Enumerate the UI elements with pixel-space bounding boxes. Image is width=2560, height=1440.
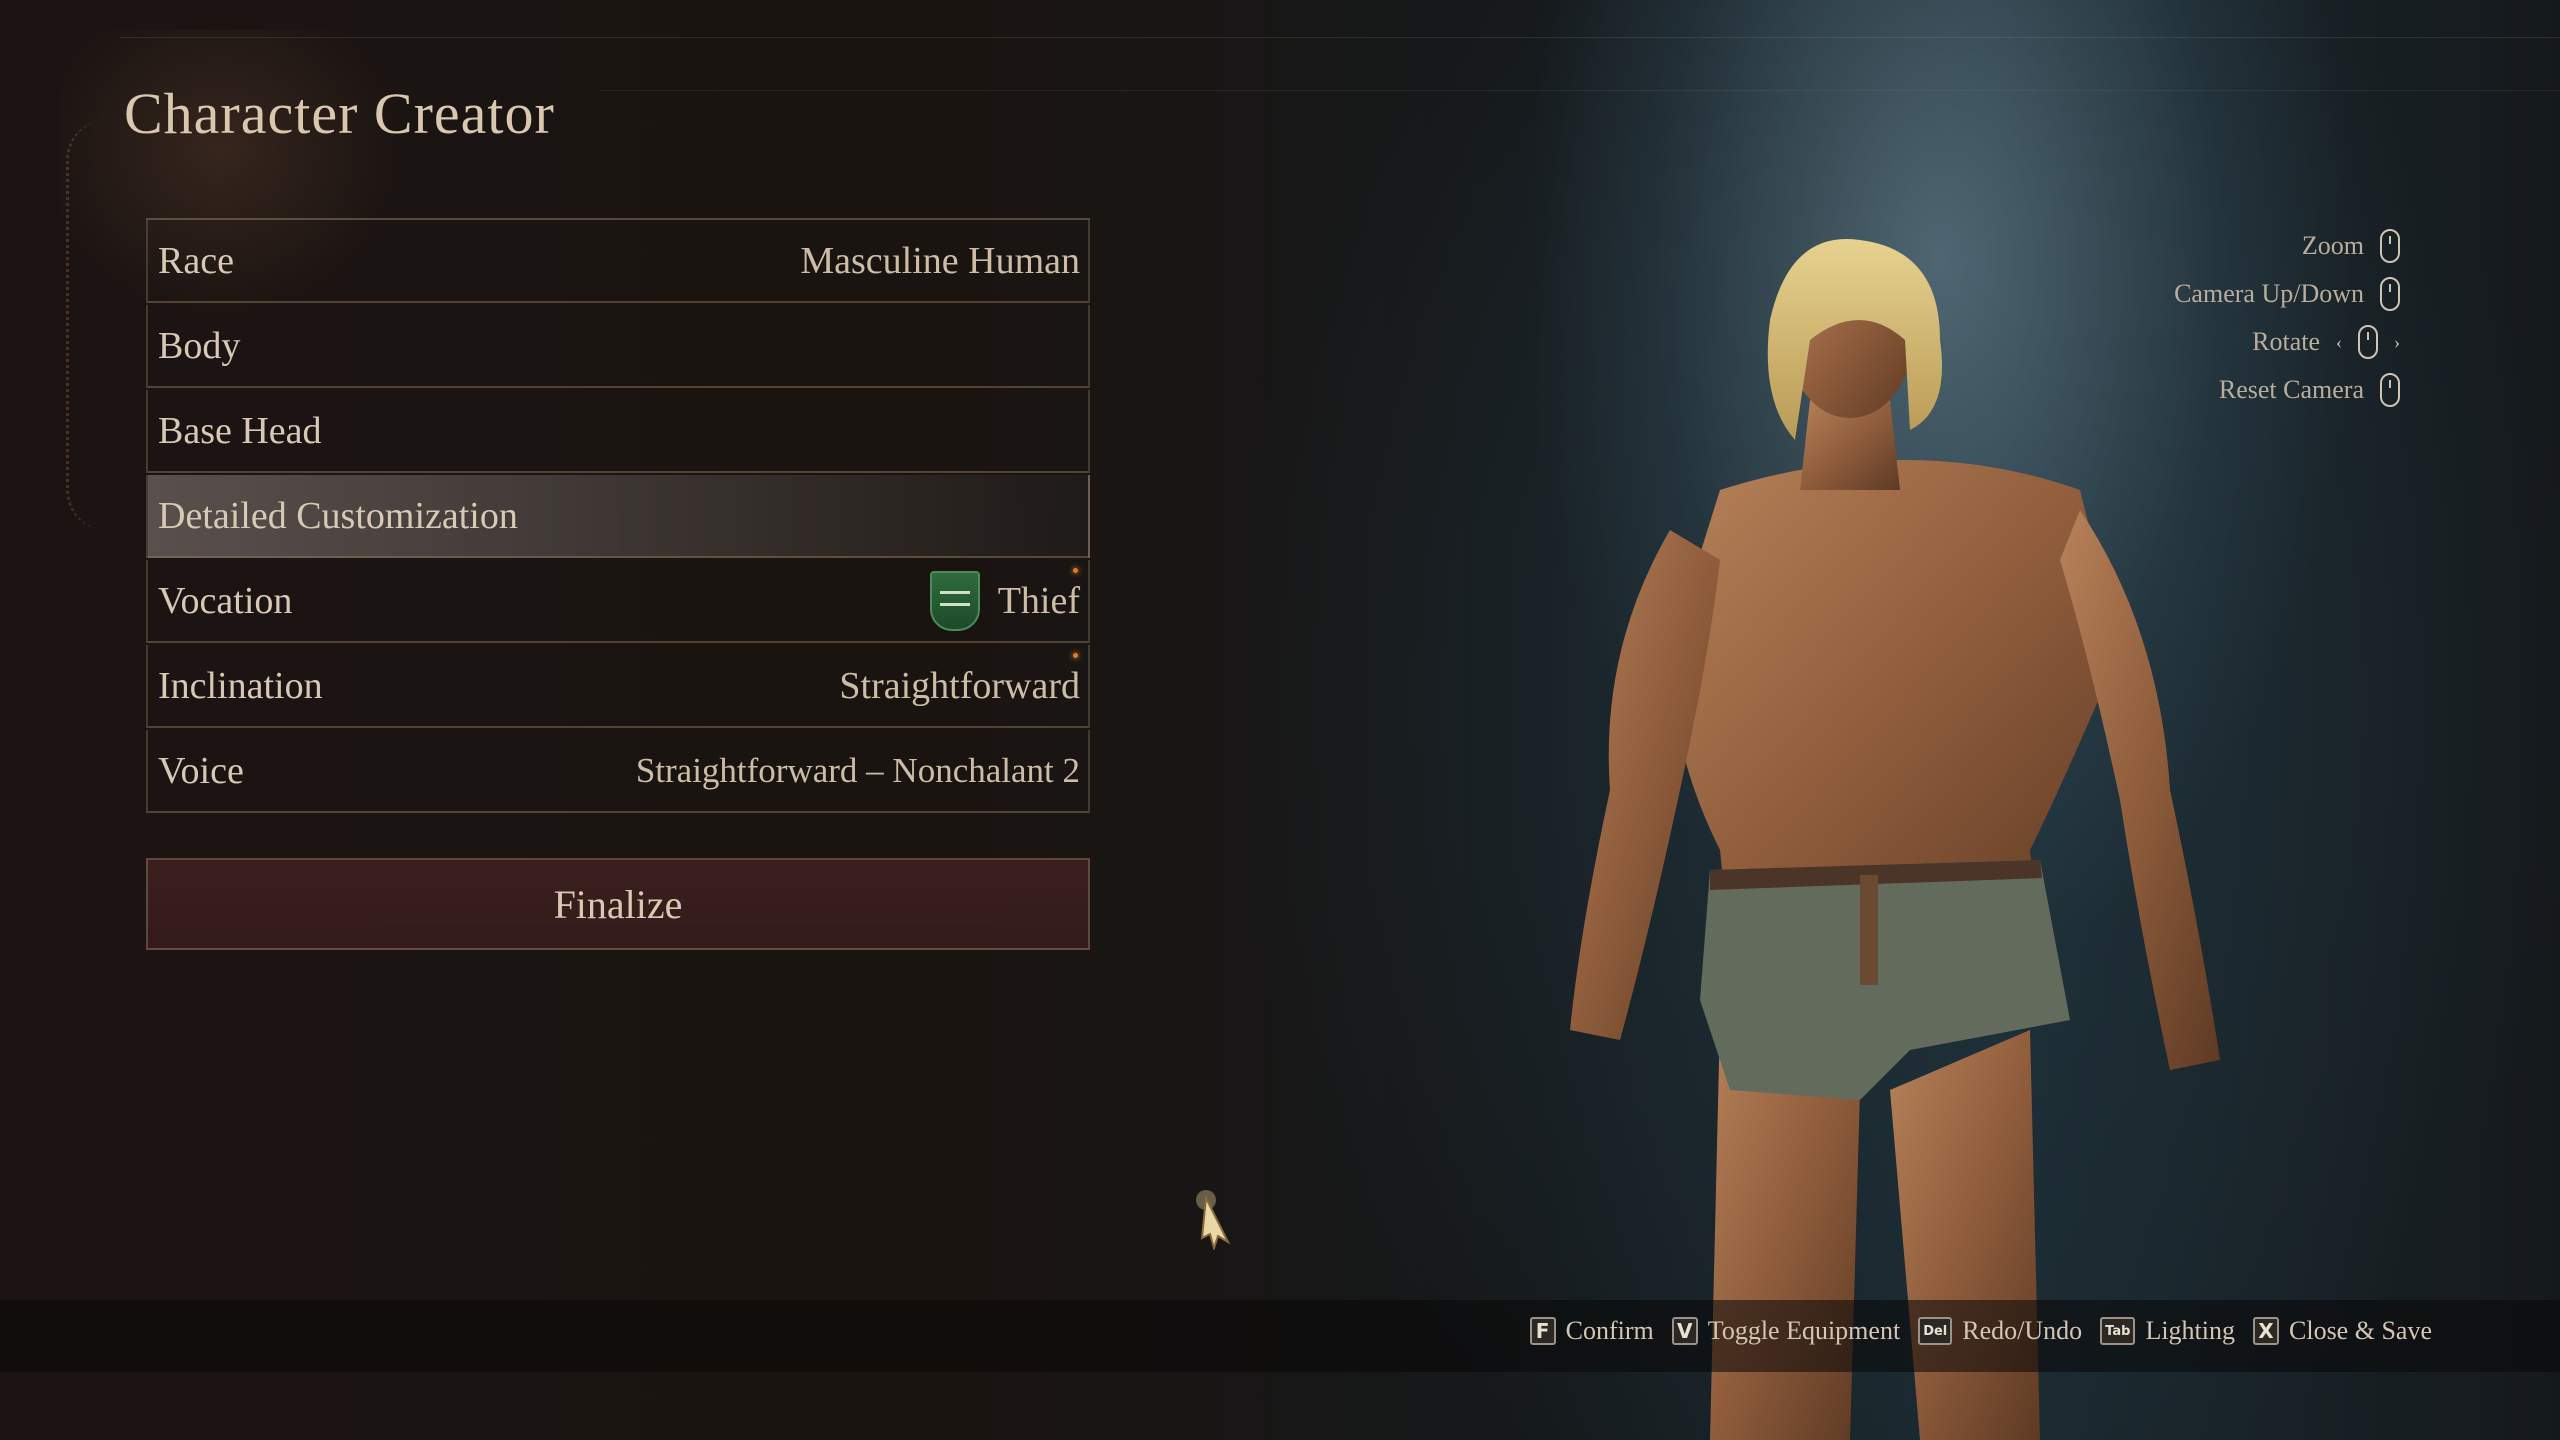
menu-item-detailed-customization[interactable]: Detailed Customization xyxy=(146,475,1090,558)
menu-item-value: Straightforward – Nonchalant 2 xyxy=(635,750,1080,790)
hint-redo-undo[interactable]: Del Redo/Undo xyxy=(1918,1316,2082,1346)
camera-zoom-hint: Zoom xyxy=(2174,222,2400,270)
vocation-thief-icon xyxy=(929,570,980,631)
menu-item-value: Straightforward xyxy=(839,664,1080,707)
page-title: Character Creator xyxy=(124,81,555,146)
camera-zoom-label: Zoom xyxy=(2301,231,2364,260)
menu-item-body[interactable]: Body xyxy=(146,305,1090,388)
camera-rotate-hint: Rotate ‹ › xyxy=(2174,318,2400,366)
key-x-icon: X xyxy=(2253,1317,2279,1345)
menu-item-voice[interactable]: Voice Straightforward – Nonchalant 2 xyxy=(146,730,1090,813)
menu-item-label: Vocation xyxy=(158,579,293,622)
menu-item-value-group: Thief xyxy=(929,570,1080,631)
menu-item-label: Body xyxy=(158,324,241,367)
menu-item-base-head[interactable]: Base Head xyxy=(146,390,1090,473)
hint-close-save[interactable]: X Close & Save xyxy=(2253,1316,2432,1346)
camera-controls: Zoom Camera Up/Down Rotate ‹ › Reset Cam… xyxy=(2174,222,2400,414)
hint-label: Toggle Equipment xyxy=(1707,1316,1901,1345)
new-indicator-dot xyxy=(1073,568,1078,573)
camera-reset-label: Reset Camera xyxy=(2218,375,2364,404)
menu-item-label: Base Head xyxy=(158,409,322,452)
keyboard-hints: F Confirm V Toggle Equipment Del Redo/Un… xyxy=(1529,1316,2432,1346)
key-f-icon: F xyxy=(1529,1317,1556,1345)
hint-confirm[interactable]: F Confirm xyxy=(1529,1316,1654,1346)
header-divider-secondary xyxy=(600,90,2560,91)
new-indicator-dot xyxy=(1073,653,1078,658)
menu-item-label: Detailed Customization xyxy=(158,494,518,537)
camera-rotate-label: Rotate xyxy=(2252,327,2320,356)
hint-label: Redo/Undo xyxy=(1962,1316,2083,1345)
mouse-icon xyxy=(2380,277,2400,311)
arrow-left-icon: ‹ xyxy=(2336,331,2342,352)
hint-label: Close & Save xyxy=(2289,1316,2432,1345)
decorative-vine xyxy=(66,120,109,530)
hint-lighting[interactable]: Tab Lighting xyxy=(2100,1316,2235,1346)
key-v-icon: V xyxy=(1671,1317,1698,1345)
menu-item-inclination[interactable]: Inclination Straightforward xyxy=(146,645,1090,728)
hint-toggle-equipment[interactable]: V Toggle Equipment xyxy=(1671,1316,1901,1346)
hint-label: Confirm xyxy=(1565,1316,1654,1345)
key-tab-icon: Tab xyxy=(2100,1317,2136,1345)
camera-reset-hint: Reset Camera xyxy=(2174,366,2400,414)
arrow-right-icon: › xyxy=(2394,331,2400,352)
menu-item-value: Thief xyxy=(997,579,1080,622)
mouse-scroll-icon xyxy=(2380,229,2400,263)
character-model xyxy=(1570,239,2220,1440)
hint-label: Lighting xyxy=(2145,1316,2235,1345)
creator-menu: Race Masculine Human Body Base Head Deta… xyxy=(146,218,1090,815)
menu-item-value: Masculine Human xyxy=(800,239,1080,282)
finalize-button[interactable]: Finalize xyxy=(146,858,1090,950)
menu-item-label: Voice xyxy=(158,749,244,792)
mouse-click-icon xyxy=(2380,373,2400,407)
menu-item-label: Inclination xyxy=(158,664,323,707)
camera-updown-hint: Camera Up/Down xyxy=(2174,270,2400,318)
menu-item-vocation[interactable]: Vocation Thief xyxy=(146,560,1090,643)
camera-updown-label: Camera Up/Down xyxy=(2174,279,2364,308)
menu-item-race[interactable]: Race Masculine Human xyxy=(146,220,1090,303)
key-del-icon: Del xyxy=(1918,1317,1953,1345)
mouse-icon xyxy=(2358,325,2378,359)
menu-item-label: Race xyxy=(158,239,234,282)
cursor-icon xyxy=(1196,1190,1231,1250)
